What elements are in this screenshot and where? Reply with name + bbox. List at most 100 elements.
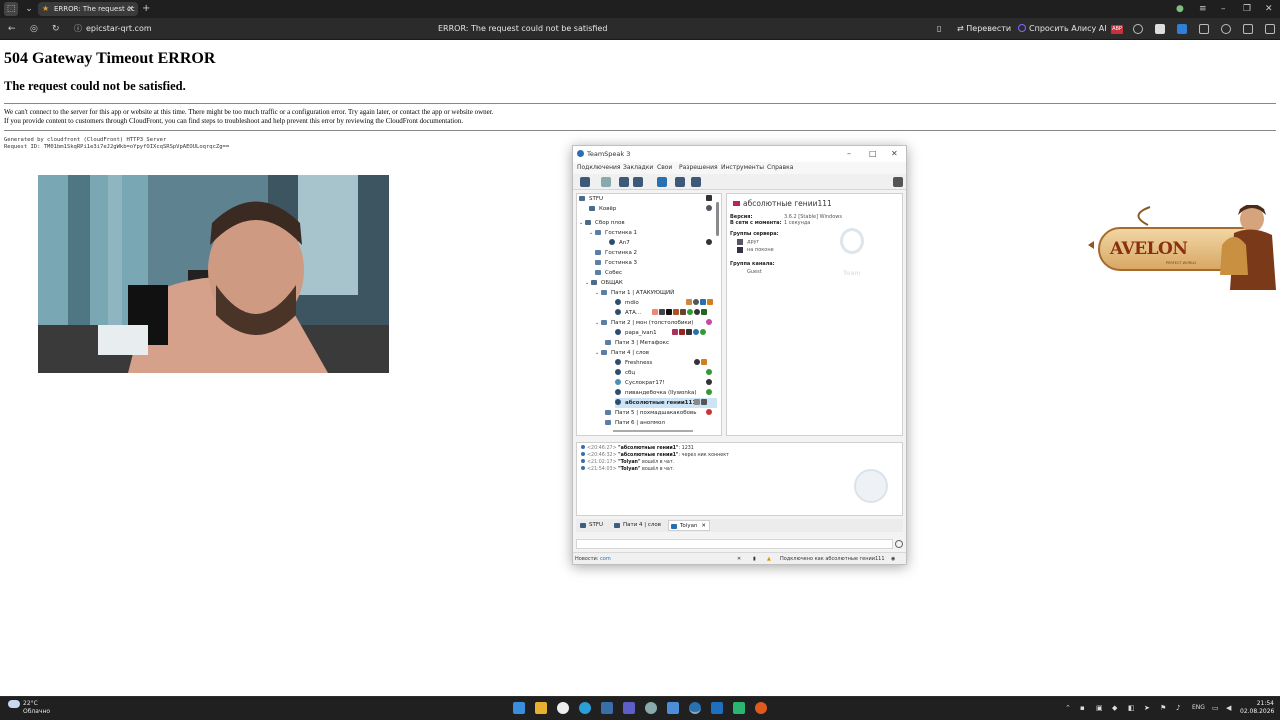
mute-microphone-icon[interactable] (633, 177, 643, 187)
tree-client[interactable]: Суслократ17! (615, 378, 665, 388)
ts-close-icon[interactable]: ✕ (891, 149, 898, 158)
vscode-icon[interactable] (711, 702, 723, 714)
browser-menu-icon[interactable]: ⬚ (4, 2, 18, 16)
start-icon[interactable] (513, 702, 525, 714)
ts-minimize-icon[interactable]: – (847, 149, 851, 158)
volume-icon[interactable]: ◀ (1226, 703, 1231, 713)
tray-app-icon[interactable]: ⚑ (1160, 703, 1166, 713)
stats-app-icon[interactable] (623, 702, 635, 714)
teamspeak-taskbar-icon[interactable] (689, 702, 701, 714)
profile-icon[interactable]: ● (1176, 2, 1184, 16)
adblock-icon[interactable]: ABP (1111, 25, 1123, 34)
translate-button[interactable]: ⇄ Перевести (957, 22, 1011, 36)
tree-channel[interactable]: ⌄ ОБЩАК (585, 278, 623, 288)
share-icon[interactable] (1265, 24, 1275, 34)
ts-settings-icon[interactable] (893, 177, 903, 187)
tree-server[interactable]: STFU (579, 194, 603, 204)
tree-channel[interactable]: ⌄ Сбор плов (579, 218, 625, 228)
microphone-icon[interactable]: ♪ (1176, 703, 1180, 713)
ts-menu-permissions[interactable]: Разрешения (679, 164, 718, 171)
ts-menu-connections[interactable]: Подключения (577, 164, 621, 171)
tab-server-chat[interactable]: STFU (578, 520, 603, 531)
alice-button[interactable]: Спросить Алису AI (1018, 22, 1107, 36)
tree-channel[interactable]: Гостинка 2 (595, 248, 637, 258)
history-icon[interactable] (1221, 24, 1231, 34)
tray-app-icon[interactable]: ▣ (1096, 703, 1103, 713)
tree-scrollbar[interactable] (716, 202, 719, 236)
steam-icon[interactable] (601, 702, 613, 714)
tab-channel-chat[interactable]: Пати 4 | слов (612, 520, 661, 531)
extensions-puzzle-icon[interactable] (1199, 24, 1209, 34)
new-tab-button[interactable]: + (142, 2, 150, 16)
tabs-dropdown-icon[interactable]: ⌄ (22, 2, 36, 16)
away-icon[interactable] (619, 177, 629, 187)
telegram-icon[interactable] (579, 702, 591, 714)
tree-client[interactable]: An7 (609, 238, 630, 248)
news-link[interactable]: com (600, 556, 611, 562)
photos-icon[interactable] (667, 702, 679, 714)
ts-menu-tools[interactable]: Инструменты (721, 164, 764, 171)
tray-overflow-icon[interactable]: ⌃ (1065, 703, 1071, 713)
restore-icon[interactable]: ❐ (1243, 2, 1251, 16)
settings-icon[interactable] (645, 702, 657, 714)
bookmark-icon[interactable]: ▯ (937, 22, 941, 36)
tab-private-chat[interactable]: Tolyan ✕ (668, 520, 710, 531)
ts-menu-help[interactable]: Справка (767, 164, 793, 171)
site-info-icon[interactable]: ⓘ (74, 22, 82, 36)
explorer-icon[interactable] (535, 702, 547, 714)
tree-channel[interactable]: Собес (595, 268, 622, 278)
green-app-icon[interactable] (733, 702, 745, 714)
close-tab-icon[interactable]: ✕ (127, 2, 134, 16)
subscribe-icon[interactable] (675, 177, 685, 187)
disconnect-icon[interactable] (601, 177, 611, 187)
weather-widget[interactable]: 22°C Облачно (8, 700, 50, 716)
tree-channel[interactable]: Пати 3 | Метафокс (605, 338, 669, 348)
ts-maximize-icon[interactable]: □ (869, 149, 877, 158)
tree-channel[interactable]: ⌄ Пати 4 | слов (595, 348, 649, 358)
tab-error[interactable]: ★ ERROR: The request cc ✕ (38, 2, 138, 16)
tree-client[interactable]: пивандебочка (Ilywonka) (615, 388, 697, 398)
extension-globe-icon[interactable] (1133, 24, 1143, 34)
close-chat-tab-icon[interactable]: ✕ (701, 521, 706, 532)
tree-channel[interactable]: ⌄ Пати 1 | АТАКУЮЩИЙ (595, 288, 674, 298)
minimize-icon[interactable]: – (1221, 2, 1226, 16)
close-window-icon[interactable]: ✕ (1265, 2, 1273, 16)
collections-icon[interactable] (1243, 24, 1253, 34)
whisper-icon[interactable] (691, 177, 701, 187)
downloads-icon[interactable]: ◎ (30, 22, 38, 36)
network-tray-icon[interactable]: ▭ (1212, 703, 1219, 713)
url-field[interactable]: epicstar-qrt.com (86, 22, 152, 36)
ts-menu-self[interactable]: Свои (657, 164, 672, 171)
extension-blue-icon[interactable] (1177, 24, 1187, 34)
tray-app-icon[interactable]: ▪ (1080, 703, 1085, 713)
language-indicator[interactable]: ENG (1192, 703, 1205, 713)
connect-icon[interactable] (580, 177, 590, 187)
orange-app-icon[interactable] (755, 702, 767, 714)
tree-channel[interactable]: ⌄ Пати 2 | мон (толстолобики) (595, 318, 693, 328)
tree-client[interactable]: mdio (615, 298, 639, 308)
tree-channel[interactable]: Гостинка 3 (595, 258, 637, 268)
tray-telegram-icon[interactable]: ➤ (1144, 703, 1150, 713)
hamburger-menu-icon[interactable]: ≡ (1199, 2, 1207, 16)
warning-icon[interactable]: ▲ (767, 556, 771, 562)
close-news-icon[interactable]: ✕ (737, 556, 741, 562)
back-icon[interactable]: ← (8, 22, 16, 36)
chat-icon[interactable] (657, 177, 667, 187)
clock[interactable]: 21:54 02.08.2026 (1240, 700, 1274, 716)
tree-client[interactable]: Freshness (615, 358, 652, 368)
tray-app-icon[interactable]: ◧ (1128, 703, 1135, 713)
yandex-browser-icon[interactable] (557, 702, 569, 714)
tree-client[interactable]: сбц (615, 368, 635, 378)
emoji-icon[interactable] (895, 540, 903, 548)
tray-app-icon[interactable]: ◆ (1112, 703, 1117, 713)
reload-icon[interactable]: ↻ (52, 22, 60, 36)
ts-menu-bookmarks[interactable]: Закладки (623, 164, 653, 171)
tree-channel[interactable]: Пати 6 | анопмол (605, 418, 665, 428)
extension-b-icon[interactable] (1155, 24, 1165, 34)
tree-client[interactable]: papa_ivan1 (615, 328, 657, 338)
ts-chat-input[interactable] (576, 539, 893, 549)
tree-channel[interactable]: Ковёр (589, 204, 616, 214)
tree-channel[interactable]: Пати 5 | похмадшакакобовь (605, 408, 696, 418)
tree-client[interactable]: АТА... (615, 308, 641, 318)
tree-horizontal-scrollbar[interactable] (613, 430, 693, 432)
